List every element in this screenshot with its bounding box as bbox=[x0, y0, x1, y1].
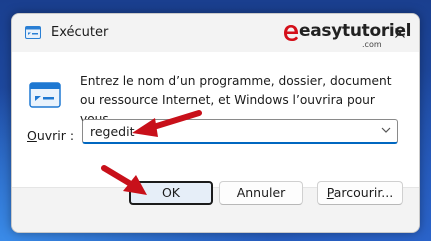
open-label-text: uvrir : bbox=[36, 128, 75, 143]
title-bar: Exécuter easytutoriel .com bbox=[12, 14, 419, 52]
open-command-value: regedit bbox=[90, 124, 135, 139]
run-dialog: Exécuter easytutoriel .com Entrez le nom… bbox=[11, 13, 420, 233]
open-command-input[interactable]: regedit bbox=[82, 119, 398, 144]
run-dialog-icon bbox=[29, 82, 61, 108]
easytutoriel-logo-icon bbox=[284, 25, 299, 41]
open-field-label: Ouvrir : bbox=[27, 128, 74, 143]
cancel-button[interactable]: Annuler bbox=[219, 181, 303, 205]
open-label-accesskey: O bbox=[27, 128, 37, 143]
chevron-down-icon[interactable] bbox=[381, 127, 391, 134]
watermark-suffix: .com bbox=[362, 40, 382, 49]
close-icon bbox=[395, 28, 405, 38]
window-title: Exécuter bbox=[51, 25, 109, 40]
browse-label: arcourir... bbox=[333, 185, 394, 200]
ok-button[interactable]: OK bbox=[129, 181, 213, 205]
browse-button[interactable]: Parcourir... bbox=[317, 181, 403, 205]
dialog-content: Entrez le nom d’un programme, dossier, d… bbox=[12, 52, 419, 187]
close-button[interactable] bbox=[385, 18, 415, 48]
watermark-logo: easytutoriel .com bbox=[282, 16, 412, 52]
run-app-icon bbox=[25, 26, 41, 39]
browse-accesskey: P bbox=[326, 185, 334, 200]
